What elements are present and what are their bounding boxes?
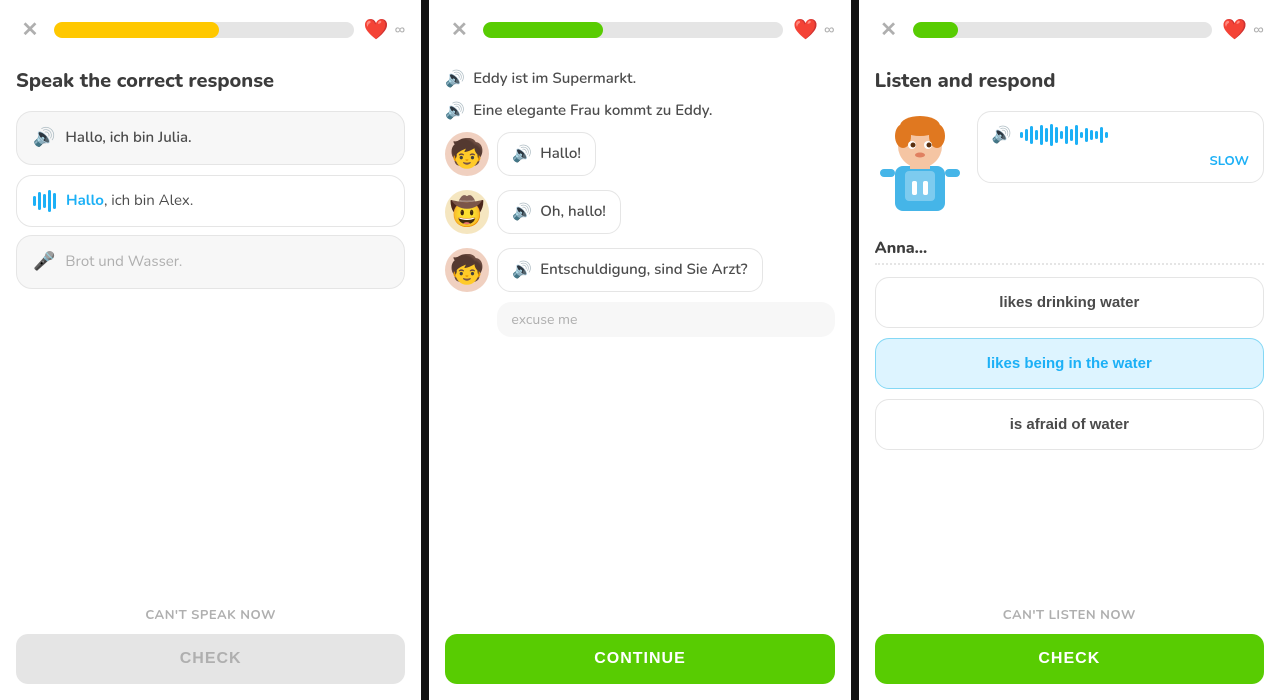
- heart-icon: ❤️: [364, 17, 389, 44]
- speaker-icon-listen[interactable]: 🔊: [992, 124, 1012, 146]
- chat3-text: Entschuldigung, sind Sie Arzt?: [540, 260, 747, 280]
- choice-button-2[interactable]: likes being in the water: [875, 338, 1264, 389]
- panel3-hearts: ❤️ ∞: [1222, 17, 1264, 44]
- listen-section: 🔊: [875, 111, 1264, 221]
- panel2-progress-fill: [483, 22, 603, 38]
- cant-listen-button[interactable]: CAN'T LISTEN NOW: [1003, 606, 1136, 624]
- panel1-progress-fill: [54, 22, 219, 38]
- panel3-title: Listen and respond: [875, 68, 1264, 95]
- waveform-highlight: Hallo: [66, 191, 104, 211]
- panel1-close-button[interactable]: ✕: [16, 16, 44, 44]
- panel2-chat3: 🧒 🔊 Entschuldigung, sind Sie Arzt?: [445, 248, 834, 292]
- speaker-icon-c1[interactable]: 🔊: [512, 143, 532, 165]
- panel1-header: ✕ ❤️ ∞: [0, 0, 421, 52]
- panel1-title: Speak the correct response: [16, 68, 405, 95]
- panel2-chat2: 🤠 🔊 Oh, hallo!: [445, 190, 834, 234]
- panel3-progress-bar: [913, 22, 1213, 38]
- chat-bubble-1[interactable]: 🔊 Hallo!: [497, 132, 596, 176]
- panel1-mic-bubble[interactable]: 🎤 Brot und Wasser.: [16, 235, 405, 289]
- panel2-content: 🔊 Eddy ist im Supermarkt. 🔊 Eine elegant…: [429, 52, 850, 622]
- panel1-progress-bar: [54, 22, 354, 38]
- choice-button-3[interactable]: is afraid of water: [875, 399, 1264, 450]
- panel3-close-button[interactable]: ✕: [875, 16, 903, 44]
- cant-speak-button[interactable]: CAN'T SPEAK NOW: [145, 606, 276, 624]
- wave-bars: [1020, 124, 1108, 146]
- panel3-progress-fill: [913, 22, 958, 38]
- panel1-hearts: ❤️ ∞: [364, 17, 406, 44]
- panel-speak: ✕ ❤️ ∞ Speak the correct response 🔊 Hall…: [0, 0, 421, 700]
- check-button-panel3[interactable]: CHECK: [875, 634, 1264, 684]
- speaker-icon-1[interactable]: 🔊: [33, 126, 55, 150]
- speaker-icon-c3[interactable]: 🔊: [512, 259, 532, 281]
- panel2-hearts: ❤️ ∞: [793, 17, 835, 44]
- chat-bubble-2[interactable]: 🔊 Oh, hallo!: [497, 190, 621, 234]
- infinity-icon: ∞: [395, 18, 406, 42]
- panel1-content: Speak the correct response 🔊 Hallo, ich …: [0, 52, 421, 594]
- heart-icon-3: ❤️: [1222, 17, 1247, 44]
- continue-button[interactable]: CONTINUE: [445, 634, 834, 684]
- chat3-translation: excuse me: [497, 302, 834, 337]
- panel2-chat1: 🧒 🔊 Hallo!: [445, 132, 834, 176]
- speaker-icon-s2[interactable]: 🔊: [445, 100, 465, 122]
- panel-chat: ✕ ❤️ ∞ 🔊 Eddy ist im Supermarkt. 🔊 Eine …: [429, 0, 850, 700]
- infinity-icon-3: ∞: [1253, 18, 1264, 42]
- panel1-footer: CAN'T SPEAK NOW CHECK: [0, 594, 421, 700]
- panel3-content: Listen and respond: [859, 52, 1280, 594]
- chat-bubble-3[interactable]: 🔊 Entschuldigung, sind Sie Arzt?: [497, 248, 762, 292]
- panel2-sentence1-line: 🔊 Eddy ist im Supermarkt.: [445, 68, 834, 90]
- avatar-red2: 🧒: [445, 248, 489, 292]
- avatar-yellow: 🤠: [445, 190, 489, 234]
- infinity-icon-2: ∞: [824, 18, 835, 42]
- panel2-sentence1: Eddy ist im Supermarkt.: [473, 69, 636, 89]
- character-svg: [875, 111, 965, 221]
- avatar-red1: 🧒: [445, 132, 489, 176]
- panel1-waveform-bubble: Hallo, ich bin Alex.: [16, 175, 405, 227]
- panel1-bubble1[interactable]: 🔊 Hallo, ich bin Julia.: [16, 111, 405, 165]
- panel2-close-button[interactable]: ✕: [445, 16, 473, 44]
- separator-2: [851, 0, 859, 700]
- speaker-icon-s1[interactable]: 🔊: [445, 68, 465, 90]
- character-avatar: [875, 111, 965, 221]
- audio-waveform-box[interactable]: 🔊: [977, 111, 1264, 183]
- panel1-bubble1-text: Hallo, ich bin Julia.: [65, 128, 191, 148]
- audio-waveform-row: 🔊: [992, 124, 1249, 146]
- panel3-footer: CAN'T LISTEN NOW CHECK: [859, 594, 1280, 700]
- panel2-progress-bar: [483, 22, 783, 38]
- heart-icon-2: ❤️: [793, 17, 818, 44]
- chat1-text: Hallo!: [540, 144, 581, 164]
- panel-listen: ✕ ❤️ ∞ Listen and respond: [859, 0, 1280, 700]
- slow-button[interactable]: SLOW: [992, 152, 1249, 170]
- panel3-header: ✕ ❤️ ∞: [859, 0, 1280, 52]
- separator-1: [421, 0, 429, 700]
- waveform-icon: [33, 190, 56, 212]
- panel2-sentence2-line: 🔊 Eine elegante Frau kommt zu Eddy.: [445, 100, 834, 122]
- anna-label: Anna...: [875, 237, 1264, 265]
- choice-button-1[interactable]: likes drinking water: [875, 277, 1264, 328]
- panel2-sentence2: Eine elegante Frau kommt zu Eddy.: [473, 101, 712, 121]
- chat2-text: Oh, hallo!: [540, 202, 606, 222]
- speaker-icon-c2[interactable]: 🔊: [512, 201, 532, 223]
- panel1-waveform-text: Hallo, ich bin Alex.: [66, 191, 193, 211]
- panel1-mic-placeholder: Brot und Wasser.: [65, 252, 182, 272]
- microphone-icon: 🎤: [33, 250, 55, 274]
- panel2-footer: CONTINUE: [429, 622, 850, 700]
- panel2-header: ✕ ❤️ ∞: [429, 0, 850, 52]
- check-button-panel1[interactable]: CHECK: [16, 634, 405, 684]
